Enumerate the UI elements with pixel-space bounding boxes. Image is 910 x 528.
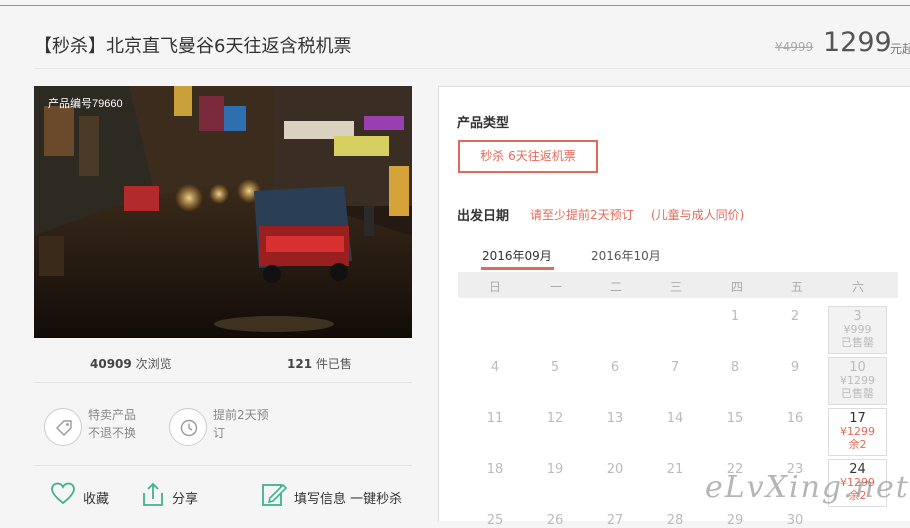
sold-label: 件已售 [315,357,352,371]
cell-remaining: 余2 [848,438,867,451]
calendar-day: 11 [486,411,504,426]
calendar-cell-sold-out: 3 ¥999 已售罄 [828,306,887,354]
calendar-day: 1 [730,309,740,324]
tab-month-sep[interactable]: 2016年09月 [482,247,552,264]
share-icon[interactable] [141,481,165,511]
views-count: 40909 [90,357,132,371]
feature-line: 提前2天预 [213,408,269,422]
calendar-day: 21 [666,462,684,477]
share-button[interactable]: 分享 [172,488,198,507]
price-unit: 元起 [890,42,910,56]
product-type-label: 产品类型 [457,116,510,131]
sold-stat: 121 件已售 [287,355,352,372]
calendar-cell-available[interactable]: 17 ¥1299 余2 [828,408,887,456]
weekday-header: 日 一 二 三 四 五 六 [458,272,898,298]
site-watermark: eLvXing.net [705,470,910,505]
weekday: 日 [488,280,501,294]
cell-day: 17 [849,411,866,426]
product-id-label: 产品编号79660 [48,96,123,110]
cell-status: 已售罄 [841,336,874,349]
tag-icon [44,408,82,446]
child-price-note: (儿童与成人同价) [651,208,745,222]
product-type-option[interactable]: 秒杀 6天往返机票 [458,140,598,173]
calendar-day: 7 [670,360,680,375]
features-divider [34,465,412,466]
feature-line: 特卖产品 [88,408,137,422]
original-price: ¥4999 [775,40,814,54]
weekday: 四 [730,280,743,294]
active-month-indicator [481,267,554,270]
book-now-button[interactable]: 填写信息 一键秒杀 [294,488,402,507]
sold-count: 121 [287,357,313,371]
current-price: 1299 [823,27,892,58]
tab-month-oct[interactable]: 2016年10月 [591,247,661,264]
stats-divider [34,382,412,383]
weekday: 六 [851,280,864,294]
edit-icon[interactable] [261,481,288,511]
departure-date-label: 出发日期 [457,209,510,224]
feature-line: 不退不换 [88,426,137,440]
weekday: 二 [609,280,622,294]
cell-status: 已售罄 [841,387,874,400]
page-title: 【秒杀】北京直飞曼谷6天往返含税机票 [34,36,352,57]
calendar-day: 12 [546,411,564,426]
advance-note: 请至少提前2天预订 [530,208,634,222]
cell-price: ¥999 [843,323,872,336]
cell-price: ¥1299 [840,374,875,387]
views-label: 次浏览 [135,357,172,371]
top-divider [0,5,910,6]
feature-advance-booking: 提前2天预 订 [213,406,269,442]
cell-price: ¥1299 [840,425,875,438]
bangkok-street-image: 产品编号79660 [34,86,412,338]
favorite-button[interactable]: 收藏 [83,488,109,507]
calendar-day: 13 [606,411,624,426]
calendar-day: 6 [610,360,620,375]
clock-icon [169,408,207,446]
feature-special-sale: 特卖产品 不退不换 [88,406,136,442]
calendar-day: 5 [550,360,560,375]
weekday: 五 [790,280,803,294]
calendar-day: 8 [730,360,740,375]
header-divider [34,68,910,69]
calendar-day: 9 [790,360,800,375]
heart-icon[interactable] [50,481,76,511]
views-stat: 40909 次浏览 [90,355,172,372]
calendar-day: 16 [786,411,804,426]
cell-day: 10 [849,360,866,375]
cell-day: 3 [853,309,862,324]
weekday: 一 [549,280,562,294]
calendar-day: 14 [666,411,684,426]
calendar-day: 15 [726,411,744,426]
calendar-day: 2 [790,309,800,324]
feature-line: 订 [213,426,226,440]
calendar-day: 18 [486,462,504,477]
booking-panel: 产品类型 秒杀 6天往返机票 出发日期 请至少提前2天预订 (儿童与成人同价) … [438,86,910,528]
weekday: 三 [669,280,682,294]
calendar-day: 19 [546,462,564,477]
product-photo: 产品编号79660 [34,86,412,338]
calendar-day: 4 [490,360,500,375]
calendar-cell-sold-out: 10 ¥1299 已售罄 [828,357,887,405]
calendar-day: 20 [606,462,624,477]
